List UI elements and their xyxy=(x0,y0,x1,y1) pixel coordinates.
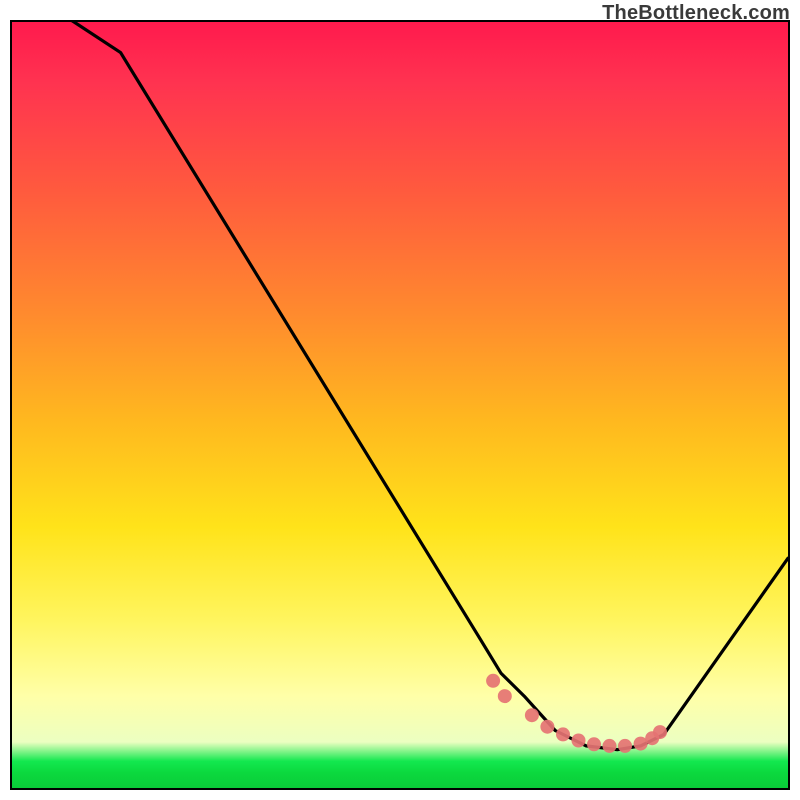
chart-svg xyxy=(12,22,788,788)
highlight-marker xyxy=(486,674,500,688)
highlight-marker xyxy=(653,725,667,739)
bottleneck-chart xyxy=(10,20,790,790)
highlight-marker xyxy=(618,739,632,753)
highlight-marker xyxy=(603,739,617,753)
bottleneck-curve-path xyxy=(12,22,788,750)
highlight-marker xyxy=(525,708,539,722)
highlight-marker xyxy=(572,734,586,748)
highlight-marker xyxy=(498,689,512,703)
highlight-marker xyxy=(587,737,601,751)
highlight-marker xyxy=(540,720,554,734)
highlight-marker xyxy=(556,727,570,741)
